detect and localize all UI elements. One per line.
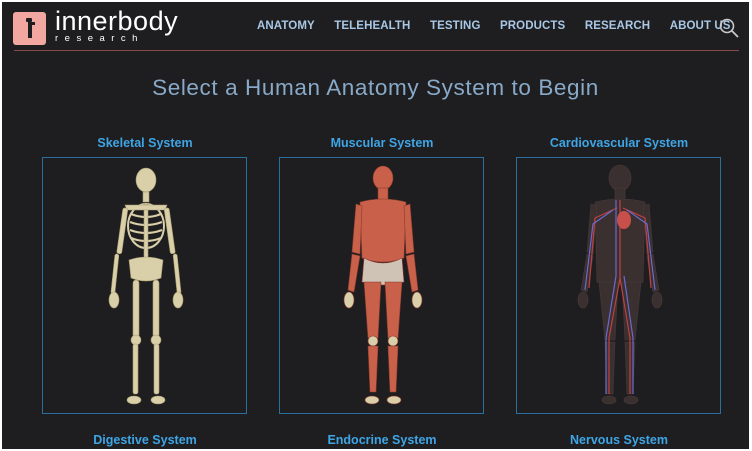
- muscular-system-link[interactable]: Muscular System: [277, 136, 487, 150]
- cardiovascular-figure-image: [577, 164, 663, 405]
- endocrine-system-link[interactable]: Endocrine System: [277, 433, 487, 447]
- nav-item-testing[interactable]: TESTING: [430, 20, 481, 32]
- main-nav: ANATOMY TELEHEALTH TESTING PRODUCTS RESE…: [257, 20, 749, 32]
- brand-logo[interactable]: innerbody research: [13, 8, 178, 45]
- muscle-figure-image: [343, 165, 423, 405]
- cardiovascular-system-card[interactable]: [516, 157, 721, 414]
- brand-tagline: research: [55, 33, 144, 45]
- skeletal-system-card[interactable]: [42, 157, 247, 414]
- page-title: Select a Human Anatomy System to Begin: [152, 75, 599, 100]
- logo-mark-icon: [13, 11, 46, 45]
- brand-name: innerbody: [55, 6, 179, 37]
- search-icon[interactable]: [719, 18, 739, 38]
- site-header: innerbody research ANATOMY TELEHEALTH TE…: [2, 2, 749, 50]
- logo-text: innerbody research: [55, 8, 178, 45]
- nervous-system-link[interactable]: Nervous System: [514, 433, 724, 447]
- digestive-system-link[interactable]: Digestive System: [40, 433, 250, 447]
- page-frame: innerbody research ANATOMY TELEHEALTH TE…: [2, 2, 749, 449]
- nav-item-telehealth[interactable]: TELEHEALTH: [334, 20, 410, 32]
- muscular-system-card[interactable]: [279, 157, 484, 414]
- skeleton-figure-image: [108, 167, 184, 405]
- nav-item-products[interactable]: PRODUCTS: [500, 20, 565, 32]
- header-divider: [14, 50, 739, 51]
- nav-item-anatomy[interactable]: ANATOMY: [257, 20, 315, 32]
- cardiovascular-system-link[interactable]: Cardiovascular System: [514, 136, 724, 150]
- nav-item-research[interactable]: RESEARCH: [585, 20, 650, 32]
- skeletal-system-link[interactable]: Skeletal System: [40, 136, 250, 150]
